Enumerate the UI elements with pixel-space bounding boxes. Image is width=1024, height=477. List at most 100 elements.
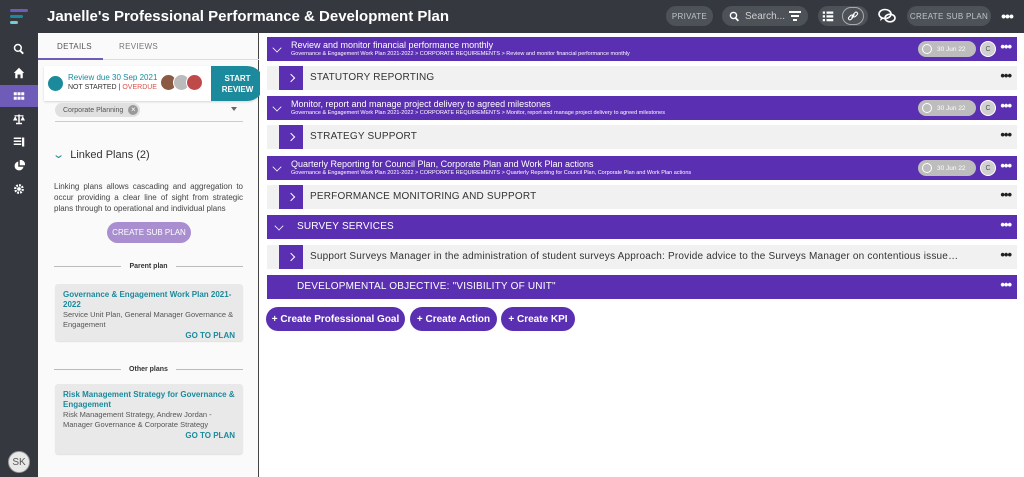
go-to-parent-plan-link[interactable]: GO TO PLAN [63,331,235,340]
grid-icon[interactable] [0,85,38,107]
section-row[interactable]: SURVEY SERVICES ••• [267,215,1017,239]
review-status-text: NOT STARTED [68,84,117,91]
search-placeholder: Search... [745,10,786,22]
filter-icon[interactable] [789,11,801,21]
chevron-right-icon[interactable] [279,66,303,90]
list-icon[interactable] [0,131,38,153]
clock-icon [922,163,932,173]
more-options-icon[interactable]: ••• [1000,248,1012,261]
linked-plans-toggle[interactable]: ⌄ Linked Plans (2) [52,148,150,162]
due-date-badge[interactable]: 30 Jun 22 [918,41,976,57]
plan-details-panel: DETAILS REVIEWS Review due 30 Sep 2021 N… [38,33,264,477]
tab-reviews[interactable]: REVIEWS [119,42,158,51]
dropdown-caret-icon[interactable] [231,107,237,111]
more-options-icon[interactable]: ••• [1000,128,1012,141]
comments-icon[interactable] [876,6,898,26]
create-professional-goal-button[interactable]: + Create Professional Goal [266,307,405,331]
goal-child-row[interactable]: STRATEGY SUPPORT ••• [267,125,1017,149]
chevron-down-icon[interactable] [272,43,282,53]
goal-row[interactable]: Monitor, report and manage project deliv… [267,96,1017,120]
user-avatar[interactable]: SK [8,451,30,473]
due-date-text: 30 Jun 22 [937,45,966,53]
search-input[interactable]: Search... [722,6,808,26]
create-action-button[interactable]: + Create Action [410,307,497,331]
field-underline [55,121,243,122]
child-item-title: Support Surveys Manager in the administr… [310,251,960,262]
star-icon [48,76,63,91]
clock-icon [922,103,932,113]
more-options-icon[interactable]: ••• [1000,40,1012,53]
section-row[interactable]: DEVELOPMENTAL OBJECTIVE: "VISIBILITY OF … [267,275,1017,299]
review-due-date: Review due 30 Sep 2021 [68,73,158,82]
goal-child-row[interactable]: STATUTORY REPORTING ••• [267,66,1017,90]
balance-icon[interactable] [0,108,38,130]
goal-row[interactable]: Review and monitor financial performance… [267,37,1017,61]
app-logo[interactable] [10,9,28,25]
remove-tag-icon[interactable]: × [128,105,139,115]
tag-chip: Corporate Planning × [55,103,141,117]
create-sub-plan-button[interactable]: CREATE SUB PLAN [107,222,191,243]
chevron-down-icon: ⌄ [52,149,66,161]
more-menu-icon[interactable]: ••• [998,6,1016,26]
search-icon[interactable] [0,38,38,60]
parent-plan-title[interactable]: Governance & Engagement Work Plan 2021-2… [63,290,235,310]
more-options-icon[interactable]: ••• [1000,159,1012,172]
gear-icon[interactable] [0,178,38,200]
pie-chart-icon[interactable] [0,155,38,177]
go-to-other-plan-link[interactable]: GO TO PLAN [63,431,235,440]
other-plan-card: Risk Management Strategy for Governance … [55,384,243,454]
search-icon [729,11,739,21]
reviewer-avatar [186,74,203,91]
panel-tabs: DETAILS REVIEWS [38,33,259,60]
top-header: Janelle's Professional Performance & Dev… [38,0,1024,33]
chevron-right-icon[interactable] [279,125,303,149]
more-options-icon[interactable]: ••• [1000,278,1012,291]
chevron-right-icon[interactable] [279,185,303,209]
section-child-row[interactable]: Support Surveys Manager in the administr… [267,245,1017,269]
linked-plans-description: Linking plans allows cascading and aggre… [54,182,243,213]
other-plan-title[interactable]: Risk Management Strategy for Governance … [63,390,235,410]
goal-title: Review and monitor financial performance… [291,40,494,50]
due-date-text: 30 Jun 22 [937,104,966,112]
create-sub-plan-header-button[interactable]: CREATE SUB PLAN [907,6,991,26]
child-item-title: STRATEGY SUPPORT [310,131,418,142]
goal-row[interactable]: Quarterly Reporting for Council Plan, Co… [267,156,1017,180]
other-plans-divider: Other plans [54,364,243,375]
private-badge[interactable]: PRIVATE [666,6,713,26]
assignee-avatar[interactable]: C [980,41,996,57]
due-date-text: 30 Jun 22 [937,164,966,172]
plan-items-area: Review and monitor financial performance… [260,33,1024,477]
goal-title: Monitor, report and manage project deliv… [291,99,551,109]
view-toggle-group [818,6,868,26]
goal-child-row[interactable]: PERFORMANCE MONITORING AND SUPPORT ••• [267,185,1017,209]
review-status: NOT STARTED | OVERDUE [68,84,157,91]
assignee-avatar[interactable]: C [980,100,996,116]
link-icon[interactable] [842,7,864,25]
chevron-down-icon[interactable] [274,221,284,231]
more-options-icon[interactable]: ••• [1000,188,1012,201]
chevron-down-icon[interactable] [272,162,282,172]
due-date-badge[interactable]: 30 Jun 22 [918,160,976,176]
review-status-separator: | [118,84,121,91]
list-view-icon[interactable] [822,10,834,22]
chevron-right-icon[interactable] [279,245,303,269]
create-kpi-button[interactable]: + Create KPI [501,307,575,331]
goal-breadcrumb: Governance & Engagement Work Plan 2021-2… [291,170,692,176]
tag-chip-label: Corporate Planning [63,106,124,114]
more-options-icon[interactable]: ••• [1000,218,1012,231]
chevron-down-icon[interactable] [272,102,282,112]
app-root: SK Janelle's Professional Performance & … [0,0,1024,477]
assignee-avatar[interactable]: C [980,160,996,176]
left-nav-rail: SK [0,0,38,477]
review-card: Review due 30 Sep 2021 NOT STARTED | OVE… [44,66,264,101]
start-review-button[interactable]: START REVIEW [211,66,264,101]
tab-details[interactable]: DETAILS [57,42,92,51]
home-icon[interactable] [0,62,38,84]
due-date-badge[interactable]: 30 Jun 22 [918,100,976,116]
more-options-icon[interactable]: ••• [1000,99,1012,112]
more-options-icon[interactable]: ••• [1000,69,1012,82]
parent-plan-label: Parent plan [129,263,168,270]
child-item-title: STATUTORY REPORTING [310,72,435,83]
parent-plan-card: Governance & Engagement Work Plan 2021-2… [55,284,243,341]
linked-plans-title: Linked Plans (2) [70,148,150,161]
